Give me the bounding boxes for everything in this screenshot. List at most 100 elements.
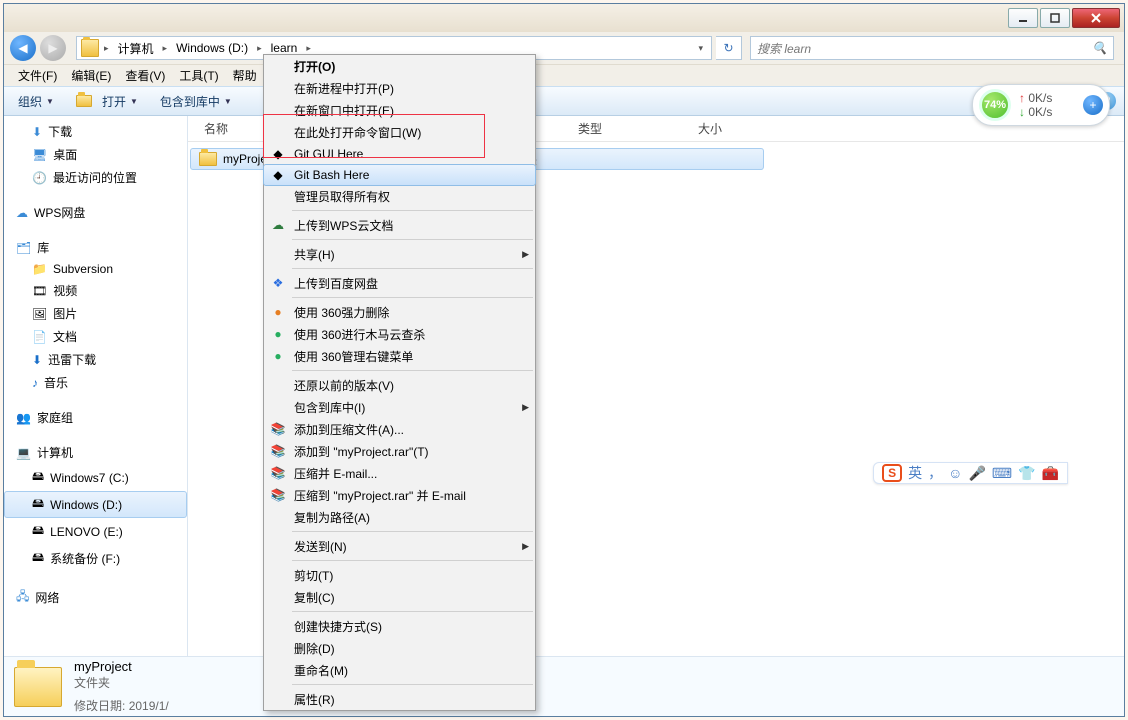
nav-homegroup[interactable]: 👥家庭组 xyxy=(4,406,187,429)
menu-view[interactable]: 查看(V) xyxy=(119,67,171,84)
360-icon: ● xyxy=(268,326,288,342)
col-size[interactable]: 大小 xyxy=(698,120,778,137)
git-icon: ◆ xyxy=(268,146,288,162)
ctx-rename[interactable]: 重命名(M) xyxy=(264,659,535,681)
ctx-add-rar[interactable]: 📚添加到压缩文件(A)... xyxy=(264,418,535,440)
forward-button[interactable]: ▶ xyxy=(40,35,66,61)
maximize-button[interactable] xyxy=(1040,8,1070,28)
search-icon[interactable]: 🔍 xyxy=(1092,41,1107,55)
ctx-add-rar-project[interactable]: 📚添加到 "myProject.rar"(T) xyxy=(264,440,535,462)
menu-edit[interactable]: 编辑(E) xyxy=(65,67,117,84)
network-speed-widget[interactable]: 74% ↑ 0K/s ↓ 0K/s + xyxy=(972,84,1110,126)
mic-icon[interactable]: 🎤 xyxy=(968,465,985,482)
nav-downloads[interactable]: ⬇下载 xyxy=(4,120,187,143)
toolbox-icon[interactable]: 🧰 xyxy=(1042,465,1059,482)
separator xyxy=(292,684,533,685)
ctx-git-gui[interactable]: ◆Git GUI Here xyxy=(264,143,535,165)
smiley-icon[interactable]: ☺ xyxy=(948,465,962,481)
winrar-icon: 📚 xyxy=(268,421,288,437)
organize-button[interactable]: 组织▼ xyxy=(12,91,60,112)
ctx-properties[interactable]: 属性(R) xyxy=(264,688,535,710)
nav-documents[interactable]: 📄文档 xyxy=(4,325,187,348)
ctx-zip-project-email[interactable]: 📚压缩到 "myProject.rar" 并 E-mail xyxy=(264,484,535,506)
nav-pane[interactable]: ⬇下载 🖥桌面 🕘最近访问的位置 ☁WPS网盘 🗂库 📁Subversion 🎞… xyxy=(4,116,188,656)
nav-computer[interactable]: 💻计算机 xyxy=(4,441,187,464)
nav-recent[interactable]: 🕘最近访问的位置 xyxy=(4,166,187,189)
explorer-window: ◀ ▶ ▸ 计算机 ▸ Windows (D:) ▸ learn ▸ ▾ ↻ 搜… xyxy=(3,3,1125,717)
col-type[interactable]: 类型 xyxy=(578,120,698,137)
winrar-icon: 📚 xyxy=(268,465,288,481)
refresh-button[interactable]: ↻ xyxy=(716,36,742,60)
person-icon[interactable]: 👕 xyxy=(1018,465,1035,482)
nav-drive-e[interactable]: 🖴LENOVO (E:) xyxy=(4,518,187,545)
nav-network[interactable]: 🖧网络 xyxy=(4,584,187,611)
crumb-drive-d[interactable]: Windows (D:) xyxy=(170,37,254,59)
submenu-arrow-icon: ▶ xyxy=(522,249,529,260)
nav-videos[interactable]: 🎞视频 xyxy=(4,279,187,302)
360-icon: ● xyxy=(268,304,288,320)
nav-drive-c[interactable]: 🖴Windows7 (C:) xyxy=(4,464,187,491)
ctx-360-scan[interactable]: ●使用 360进行木马云查杀 xyxy=(264,323,535,345)
nav-xunlei[interactable]: ⬇迅雷下载 xyxy=(4,348,187,371)
expand-button[interactable]: + xyxy=(1083,95,1103,115)
ctx-upload-baidu[interactable]: ❖上传到百度网盘 xyxy=(264,272,535,294)
titlebar xyxy=(4,4,1124,32)
ctx-open-cmd-here[interactable]: 在此处打开命令窗口(W) xyxy=(264,121,535,143)
ctx-open-new-process[interactable]: 在新进程中打开(P) xyxy=(264,77,535,99)
nav-drive-f[interactable]: 🖴系统备份 (F:) xyxy=(4,545,187,572)
ime-lang[interactable]: 英 xyxy=(908,463,922,483)
nav-subversion[interactable]: 📁Subversion xyxy=(4,259,187,279)
back-button[interactable]: ◀ xyxy=(10,35,36,61)
search-input[interactable]: 搜索 learn 🔍 xyxy=(750,36,1114,60)
360-icon: ● xyxy=(268,348,288,364)
chevron-right-icon[interactable]: ▸ xyxy=(101,43,112,54)
ctx-upload-wps[interactable]: ☁上传到WPS云文档 xyxy=(264,214,535,236)
ctx-include-library[interactable]: 包含到库中(I)▶ xyxy=(264,396,535,418)
git-icon: ◆ xyxy=(268,167,288,183)
crumb-computer[interactable]: 计算机 xyxy=(112,37,160,59)
ctx-open[interactable]: 打开(O) xyxy=(264,55,535,77)
ctx-360-menu[interactable]: ●使用 360管理右键菜单 xyxy=(264,345,535,367)
ctx-cut[interactable]: 剪切(T) xyxy=(264,564,535,586)
chevron-right-icon[interactable]: ▸ xyxy=(160,43,171,54)
ime-toolbar[interactable]: S 英 ， ☺ 🎤 ⌨ 👕 🧰 xyxy=(873,462,1068,484)
keyboard-icon[interactable]: ⌨ xyxy=(992,465,1012,482)
ctx-previous-versions[interactable]: 还原以前的版本(V) xyxy=(264,374,535,396)
minimize-button[interactable] xyxy=(1008,8,1038,28)
folder-icon xyxy=(76,95,92,107)
ctx-send-to[interactable]: 发送到(N)▶ xyxy=(264,535,535,557)
sogou-icon[interactable]: S xyxy=(882,464,902,482)
nav-desktop[interactable]: 🖥桌面 xyxy=(4,143,187,166)
winrar-icon: 📚 xyxy=(268,487,288,503)
menu-tools[interactable]: 工具(T) xyxy=(173,67,224,84)
ctx-zip-email[interactable]: 📚压缩并 E-mail... xyxy=(264,462,535,484)
history-dropdown[interactable]: ▾ xyxy=(692,43,709,54)
ctx-take-ownership[interactable]: 管理员取得所有权 xyxy=(264,185,535,207)
include-in-library-button[interactable]: 包含到库中▼ xyxy=(154,91,238,112)
ctx-open-new-window[interactable]: 在新窗口中打开(E) xyxy=(264,99,535,121)
menu-help[interactable]: 帮助 xyxy=(227,67,263,84)
ctx-copy-path[interactable]: 复制为路径(A) xyxy=(264,506,535,528)
chevron-right-icon[interactable]: ▸ xyxy=(254,43,265,54)
ctx-share[interactable]: 共享(H)▶ xyxy=(264,243,535,265)
memory-percent: 74% xyxy=(979,89,1011,121)
status-item-modified: 修改日期: 2019/1/ xyxy=(74,697,169,714)
menu-file[interactable]: 文件(F) xyxy=(12,67,63,84)
ctx-create-shortcut[interactable]: 创建快捷方式(S) xyxy=(264,615,535,637)
close-button[interactable] xyxy=(1072,8,1120,28)
nav-pictures[interactable]: 🖼图片 xyxy=(4,302,187,325)
separator xyxy=(292,370,533,371)
ctx-copy[interactable]: 复制(C) xyxy=(264,586,535,608)
nav-libraries[interactable]: 🗂库 xyxy=(4,236,187,259)
ime-punct[interactable]: ， xyxy=(928,463,942,483)
nav-wps[interactable]: ☁WPS网盘 xyxy=(4,201,187,224)
ctx-delete[interactable]: 删除(D) xyxy=(264,637,535,659)
open-button[interactable]: 打开▼ xyxy=(70,91,144,112)
ctx-git-bash[interactable]: ◆Git Bash Here xyxy=(263,164,536,186)
nav-drive-d[interactable]: 🖴Windows (D:) xyxy=(4,491,187,518)
folder-icon-large xyxy=(14,667,62,707)
folder-icon xyxy=(81,39,99,57)
ctx-360-delete[interactable]: ●使用 360强力删除 xyxy=(264,301,535,323)
chevron-right-icon[interactable]: ▸ xyxy=(303,43,314,54)
nav-music[interactable]: ♪音乐 xyxy=(4,371,187,394)
